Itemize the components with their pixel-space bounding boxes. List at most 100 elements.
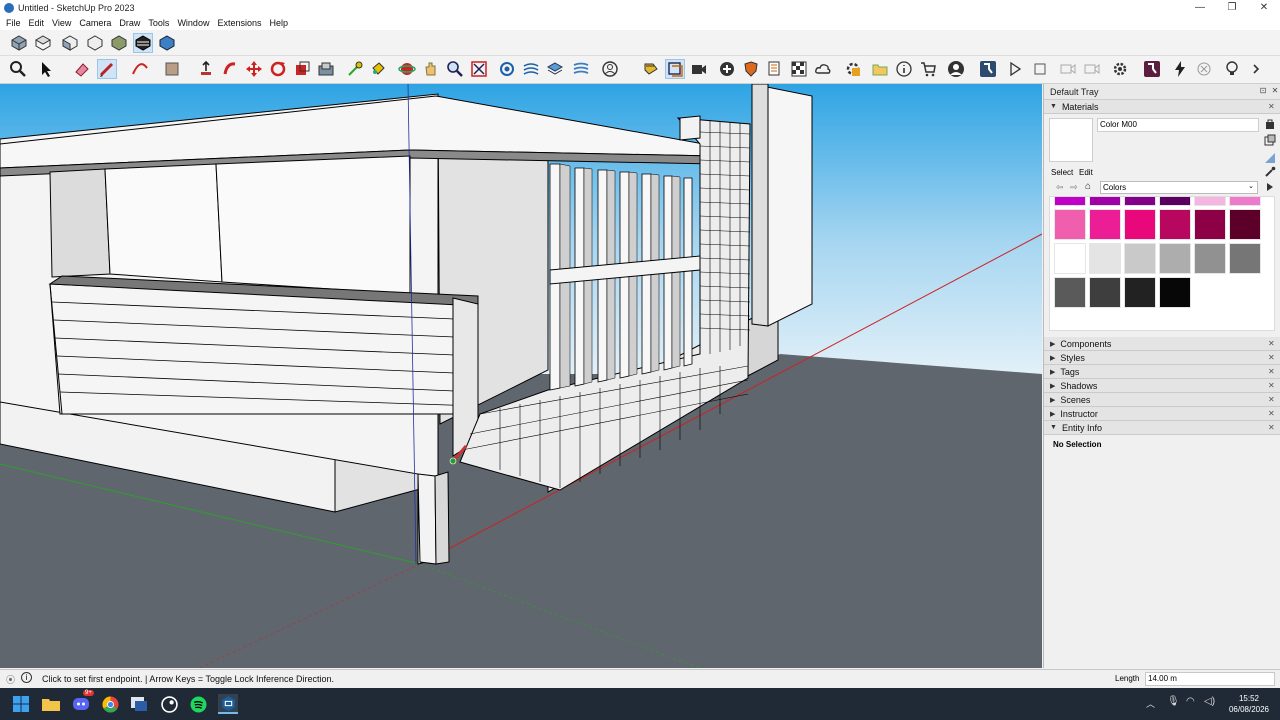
panel-tags[interactable]: ▶ Tags ✕ (1044, 365, 1280, 379)
panel-close-icon[interactable]: ✕ (1268, 367, 1276, 376)
chrome-icon[interactable] (100, 694, 120, 714)
section-plane-icon[interactable] (665, 59, 685, 79)
color-swatch[interactable] (1229, 243, 1261, 274)
app-window-icon[interactable] (129, 694, 149, 714)
panel-shadows[interactable]: ▶ Shadows ✕ (1044, 379, 1280, 393)
color-swatch[interactable] (1124, 243, 1156, 274)
color-swatch[interactable] (1054, 243, 1086, 274)
record-camera-icon[interactable] (1058, 59, 1078, 79)
add-location-icon[interactable] (717, 59, 737, 79)
paint-bucket-icon[interactable] (368, 59, 388, 79)
orbit-tool-icon[interactable] (397, 59, 417, 79)
spotify-icon[interactable] (188, 694, 208, 714)
rectangle-tool-icon[interactable] (162, 59, 182, 79)
panel-scenes[interactable]: ▶ Scenes ✕ (1044, 393, 1280, 407)
color-swatch[interactable] (1054, 197, 1086, 206)
measurement-input[interactable]: 14.00 m (1145, 672, 1275, 686)
color-swatch[interactable] (1054, 277, 1086, 308)
color-swatch[interactable] (1159, 209, 1191, 240)
panel-components[interactable]: ▶ Components ✕ (1044, 337, 1280, 351)
camera-tool-icon[interactable] (689, 59, 709, 79)
display-secondary-icon[interactable] (1264, 118, 1276, 130)
panel-entity-info[interactable]: ▼ Entity Info ✕ (1044, 421, 1280, 435)
minimize-icon[interactable]: — (1184, 0, 1216, 15)
pan-tool-icon[interactable] (421, 59, 441, 79)
materials-panel-header[interactable]: ▼ Materials ✕ (1044, 100, 1280, 114)
shaded-style-icon[interactable] (157, 33, 177, 53)
solid-tools-icon[interactable] (571, 59, 591, 79)
extension-manager-icon[interactable] (843, 59, 863, 79)
rotate-tool-icon[interactable] (268, 59, 288, 79)
tray-pin-icon[interactable]: ⊡ (1258, 86, 1268, 96)
settings-gear-icon[interactable] (1110, 59, 1130, 79)
arc-tool-icon[interactable] (130, 59, 150, 79)
panel-close-icon[interactable]: ✕ (1268, 423, 1276, 432)
account-icon[interactable] (600, 59, 620, 79)
volume-icon[interactable]: ◁) (1204, 696, 1215, 707)
extension-square-icon[interactable] (978, 59, 998, 79)
zoom-window-icon[interactable] (469, 59, 489, 79)
tray-close-icon[interactable]: ✕ (1270, 86, 1280, 96)
menu-extensions[interactable]: Extensions (213, 18, 265, 28)
folder-icon[interactable] (870, 59, 890, 79)
stop-icon[interactable] (1030, 59, 1050, 79)
zoom-extents-icon[interactable] (8, 59, 28, 79)
toolbar-overflow-icon[interactable] (1246, 59, 1266, 79)
menu-view[interactable]: View (48, 18, 75, 28)
maximize-icon[interactable]: ❐ (1216, 0, 1248, 15)
panel-close-icon[interactable]: ✕ (1268, 102, 1276, 111)
steam-icon[interactable] (159, 694, 179, 714)
tape-measure-icon[interactable] (345, 59, 365, 79)
geo-location-icon[interactable]: ⦿ (6, 673, 15, 686)
details-arrow-icon[interactable] (1264, 181, 1276, 193)
menu-edit[interactable]: Edit (25, 18, 49, 28)
color-swatch[interactable] (1124, 209, 1156, 240)
forward-arrow-icon[interactable]: ⇨ (1070, 182, 1078, 193)
panel-close-icon[interactable]: ✕ (1268, 353, 1276, 362)
line-tool-icon[interactable] (97, 59, 117, 79)
color-swatch[interactable] (1159, 197, 1191, 206)
top-view-icon[interactable] (33, 33, 53, 53)
panel-close-icon[interactable]: ✕ (1268, 381, 1276, 390)
profile-icon[interactable] (946, 59, 966, 79)
sketchup-taskbar-icon[interactable] (218, 694, 238, 714)
color-swatch[interactable] (1124, 197, 1156, 206)
menu-help[interactable]: Help (265, 18, 292, 28)
info-icon[interactable] (894, 59, 914, 79)
create-material-icon[interactable] (1264, 134, 1276, 146)
push-pull-tool-icon[interactable] (196, 59, 216, 79)
color-swatch[interactable] (1194, 209, 1226, 240)
discord-icon[interactable]: 9+ (71, 690, 94, 714)
tab-select[interactable]: Select (1051, 168, 1073, 177)
cart-icon[interactable] (918, 59, 938, 79)
default-material-icon[interactable] (1264, 152, 1276, 164)
collection-select[interactable]: Colors ⌄ (1100, 181, 1258, 194)
cancel-circle-icon[interactable] (1194, 59, 1214, 79)
shield-icon[interactable] (741, 59, 761, 79)
color-swatch[interactable] (1194, 243, 1226, 274)
color-swatch[interactable] (1054, 209, 1086, 240)
plugin-square-icon[interactable] (1142, 59, 1162, 79)
menu-camera[interactable]: Camera (75, 18, 115, 28)
select-tool-icon[interactable] (36, 59, 56, 79)
play-icon[interactable] (1005, 59, 1025, 79)
panel-styles[interactable]: ▶ Styles ✕ (1044, 351, 1280, 365)
panel-close-icon[interactable]: ✕ (1268, 339, 1276, 348)
home-icon[interactable]: ⌂ (1085, 181, 1091, 192)
wifi-icon[interactable]: ◠ (1186, 696, 1195, 707)
color-swatch[interactable] (1159, 243, 1191, 274)
front-view-icon[interactable] (60, 33, 80, 53)
offset-tool-icon[interactable] (316, 59, 336, 79)
windows-start-icon[interactable] (11, 694, 31, 714)
menu-file[interactable]: File (2, 18, 25, 28)
sandbox-icon[interactable] (521, 59, 541, 79)
panel-close-icon[interactable]: ✕ (1268, 395, 1276, 404)
layers-icon[interactable] (545, 59, 565, 79)
microphone-icon[interactable]: 🎙 (1167, 696, 1180, 707)
menu-tools[interactable]: Tools (144, 18, 173, 28)
menu-window[interactable]: Window (173, 18, 213, 28)
styles-toolbar-icon[interactable] (641, 59, 661, 79)
lightbulb-icon[interactable] (1222, 59, 1242, 79)
model-viewport[interactable] (0, 84, 1042, 668)
warehouse-icon[interactable] (497, 59, 517, 79)
